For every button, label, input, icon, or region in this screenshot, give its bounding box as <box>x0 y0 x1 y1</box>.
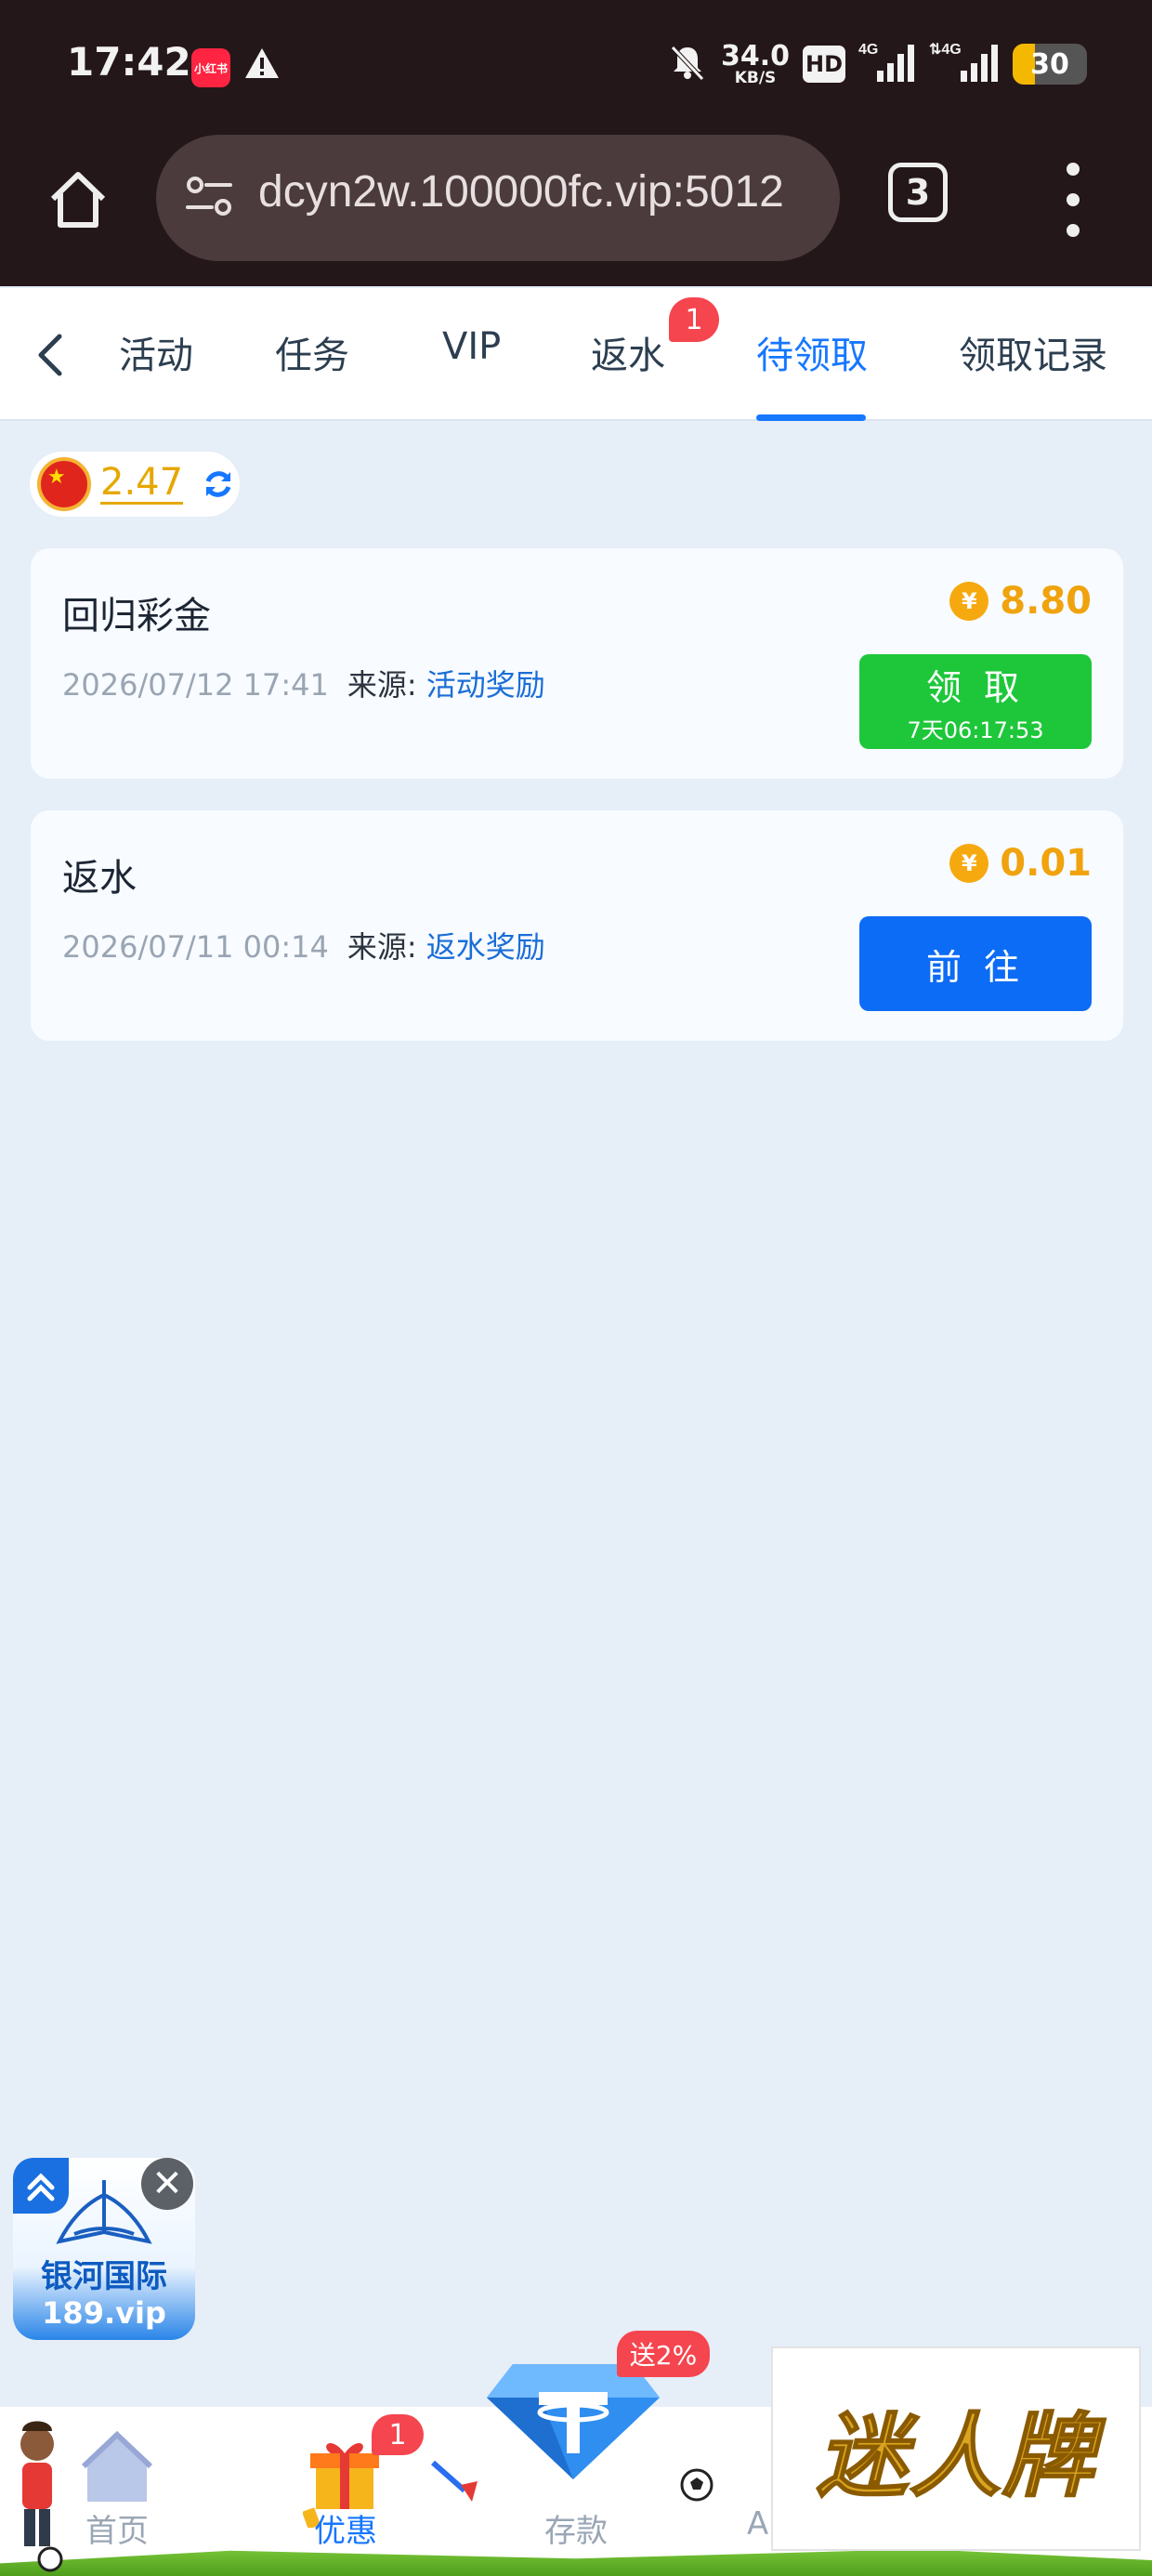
deposit-bonus-badge: 送2% <box>617 2331 710 2377</box>
tab-history[interactable]: 领取记录 <box>959 325 1107 379</box>
status-bar: 17:42 小红书 34.0 KB/S HD 4G ⇅4G 30 <box>0 0 1152 135</box>
reward-source: 返水奖励 <box>425 929 545 965</box>
address-bar[interactable]: dcyn2w.100000fc.vip:5012 <box>156 135 840 261</box>
close-icon[interactable]: ✕ <box>141 2158 193 2210</box>
net-speed: 34.0 KB/S <box>720 39 790 87</box>
nav-deposit-label[interactable]: 存款 <box>544 2505 608 2551</box>
more-menu-icon[interactable] <box>1059 163 1087 237</box>
hd-icon: HD <box>803 46 845 83</box>
nav-promo-label[interactable]: 优惠 <box>314 2505 377 2551</box>
tab-tasks[interactable]: 任务 <box>275 325 349 379</box>
floating-ad-url: 189.vip <box>42 2295 166 2331</box>
mute-bell-icon <box>667 42 708 86</box>
double-chevron-up-icon[interactable] <box>13 2158 69 2214</box>
trumpet-icon <box>427 2407 483 2513</box>
refresh-icon[interactable] <box>201 467 236 502</box>
site-settings-icon[interactable] <box>182 170 238 230</box>
soccer-ball-icon <box>678 2407 715 2507</box>
reward-card: 回归彩金 2026/07/12 17:41 来源: 活动奖励 ¥ 8.80 领 取… <box>31 548 1123 779</box>
yuan-coin-icon: ¥ <box>949 844 989 883</box>
url-text[interactable]: dcyn2w.100000fc.vip:5012 <box>258 166 816 217</box>
balance-amount: 2.47 <box>100 461 184 505</box>
reward-source: 活动奖励 <box>425 667 545 703</box>
tab-switcher-button[interactable]: 3 <box>888 163 948 222</box>
reward-card: 返水 2026/07/11 00:14 来源: 返水奖励 ¥ 0.01 前 往 <box>31 810 1123 1041</box>
status-icons: 34.0 KB/S HD 4G ⇅4G 30 <box>667 41 1087 87</box>
home-icon[interactable] <box>41 163 115 237</box>
balance-chip: ★ 2.47 <box>30 452 240 517</box>
reward-date: 2026/07/11 00:14 <box>62 929 329 965</box>
go-button-label: 前 往 <box>925 946 1026 988</box>
reward-title: 回归彩金 <box>62 595 211 637</box>
tether-diamond-icon[interactable] <box>485 2360 661 2485</box>
promo-tab-bar: 活动 任务 VIP 返水 1 待领取 领取记录 <box>0 288 1152 421</box>
yuan-coin-icon: ¥ <box>949 582 989 621</box>
amount-value: 8.80 <box>1000 580 1092 623</box>
claim-button-label: 领 取 <box>925 667 1026 708</box>
footballer-mascot-icon <box>0 2407 74 2576</box>
signal-icon-2: ⇅4G <box>929 41 1000 87</box>
brand-ad-text: 迷人牌 <box>816 2402 1095 2511</box>
chevron-left-icon[interactable] <box>28 327 74 383</box>
xiaohongshu-app-icon: 小红书 <box>191 48 230 87</box>
battery-icon: 30 <box>1013 44 1087 85</box>
reward-amount: ¥ 8.80 <box>949 580 1092 623</box>
home-nav-icon[interactable] <box>80 2407 154 2513</box>
tab-rebate[interactable]: 返水 <box>591 325 665 379</box>
svg-text:⇅4G: ⇅4G <box>929 42 962 58</box>
tab-pending[interactable]: 待领取 <box>756 325 868 379</box>
go-button[interactable]: 前 往 <box>859 916 1092 1011</box>
reward-meta: 2026/07/11 00:14 来源: 返水奖励 <box>62 924 545 966</box>
active-tab-indicator <box>756 414 866 421</box>
brand-ad[interactable]: 迷人牌 <box>771 2346 1141 2551</box>
claim-button[interactable]: 领 取 7天06:17:53 <box>859 654 1092 749</box>
tab-activity[interactable]: 活动 <box>119 325 193 379</box>
source-label: 来源: <box>347 667 417 703</box>
svg-text:4G: 4G <box>858 42 878 58</box>
warning-icon <box>243 46 281 84</box>
signal-icon: 4G <box>858 41 916 87</box>
tab-vip[interactable]: VIP <box>442 325 501 368</box>
reward-date: 2026/07/12 17:41 <box>62 667 329 703</box>
source-label: 来源: <box>347 929 417 965</box>
promo-badge: 1 <box>372 2414 424 2455</box>
galaxy-logo-icon <box>56 2176 152 2254</box>
reward-title: 返水 <box>62 857 137 900</box>
browser-toolbar: dcyn2w.100000fc.vip:5012 3 <box>0 135 1152 286</box>
china-flag-icon: ★ <box>37 457 91 511</box>
nav-home-label[interactable]: 首页 <box>85 2505 149 2551</box>
reward-meta: 2026/07/12 17:41 来源: 活动奖励 <box>62 662 545 704</box>
claim-countdown: 7天06:17:53 <box>907 717 1044 743</box>
reward-amount: ¥ 0.01 <box>949 842 1092 885</box>
amount-value: 0.01 <box>1000 842 1092 885</box>
floating-ad-name: 银河国际 <box>41 2258 167 2295</box>
rebate-badge: 1 <box>669 297 719 342</box>
status-time: 17:42 <box>67 39 191 85</box>
